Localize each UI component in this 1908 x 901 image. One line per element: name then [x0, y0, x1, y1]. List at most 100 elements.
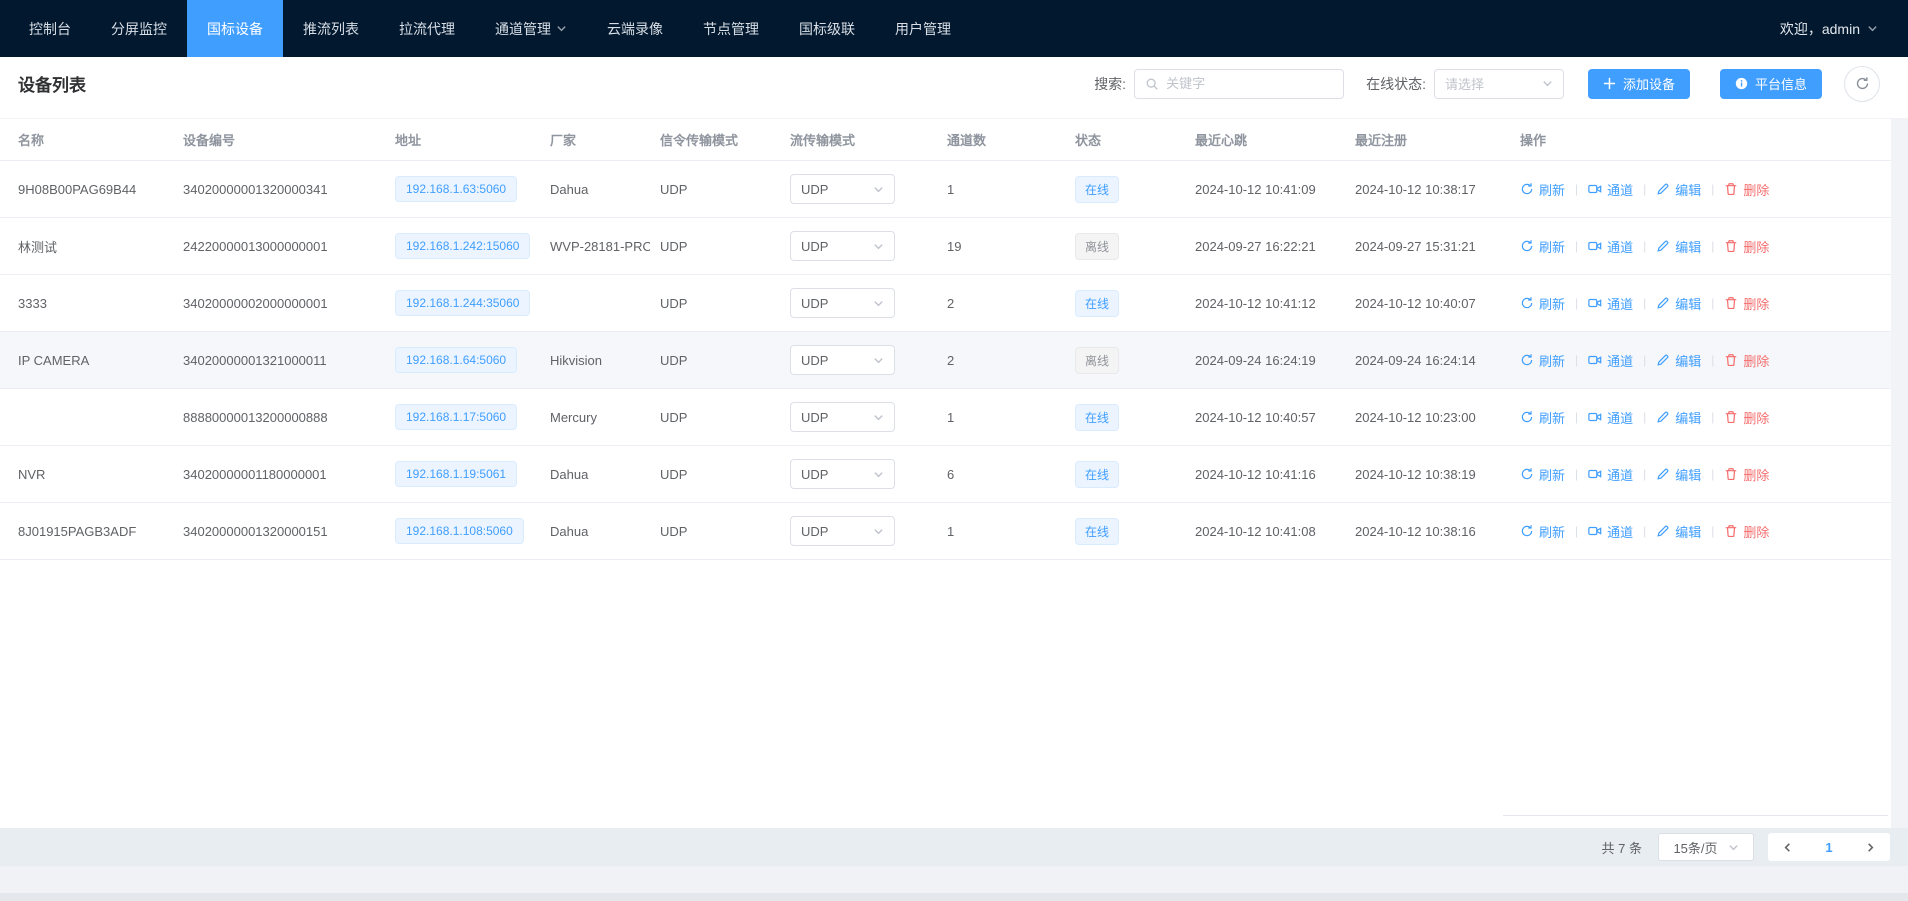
- nav-tab-label: 推流列表: [303, 19, 359, 39]
- action-separator: |: [1575, 182, 1578, 196]
- stream-mode-select[interactable]: UDP: [790, 288, 895, 318]
- edit-action[interactable]: 编辑: [1656, 180, 1701, 199]
- nav-tab-label: 控制台: [29, 19, 71, 39]
- search-input[interactable]: [1166, 76, 1333, 91]
- refresh-icon: [1520, 410, 1534, 424]
- signal-transport-mode: UDP: [660, 239, 687, 254]
- vendor: WVP-28181-PRO: [550, 239, 650, 254]
- nav-tab-10[interactable]: 用户管理: [875, 0, 971, 57]
- nav-tab-label: 节点管理: [703, 19, 759, 39]
- edit-action[interactable]: 编辑: [1656, 522, 1701, 541]
- current-page[interactable]: 1: [1825, 840, 1832, 855]
- edit-action[interactable]: 编辑: [1656, 351, 1701, 370]
- channel-count: 2: [947, 353, 954, 368]
- refresh-action[interactable]: 刷新: [1520, 408, 1565, 427]
- table-cell: 24220000013000000001: [173, 239, 385, 254]
- delete-action[interactable]: 删除: [1724, 465, 1769, 484]
- nav-tab-6[interactable]: 通道管理: [475, 0, 587, 57]
- channel-action-label: 通道: [1607, 294, 1633, 313]
- channel-action[interactable]: 通道: [1588, 465, 1633, 484]
- platform-info-button[interactable]: 平台信息: [1720, 69, 1822, 99]
- edit-action[interactable]: 编辑: [1656, 237, 1701, 256]
- stream-mode-select[interactable]: UDP: [790, 402, 895, 432]
- reload-list-button[interactable]: [1844, 66, 1880, 102]
- action-separator: |: [1711, 182, 1714, 196]
- table-cell: 在线: [1065, 290, 1185, 317]
- refresh-action[interactable]: 刷新: [1520, 294, 1565, 313]
- edit-action-label: 编辑: [1675, 522, 1701, 541]
- table-row: NVR34020000001180000001192.168.1.19:5061…: [0, 446, 1908, 503]
- table-cell: 刷新|通道|编辑|删除: [1510, 294, 1908, 313]
- delete-action[interactable]: 删除: [1724, 237, 1769, 256]
- edit-action[interactable]: 编辑: [1656, 294, 1701, 313]
- edit-action[interactable]: 编辑: [1656, 408, 1701, 427]
- refresh-action[interactable]: 刷新: [1520, 522, 1565, 541]
- channel-action[interactable]: 通道: [1588, 522, 1633, 541]
- delete-action[interactable]: 删除: [1724, 408, 1769, 427]
- table-cell: 192.168.1.64:5060: [385, 347, 540, 373]
- refresh-action[interactable]: 刷新: [1520, 237, 1565, 256]
- nav-tab-9[interactable]: 国标级联: [779, 0, 875, 57]
- table-cell: 88880000013200000888: [173, 410, 385, 425]
- action-separator: |: [1643, 524, 1646, 538]
- stream-mode-select[interactable]: UDP: [790, 516, 895, 546]
- refresh-action-label: 刷新: [1539, 237, 1565, 256]
- delete-action-label: 删除: [1743, 180, 1769, 199]
- delete-action[interactable]: 删除: [1724, 522, 1769, 541]
- welcome-text: 欢迎，admin: [1780, 19, 1860, 39]
- nav-tab-3[interactable]: 国标设备: [187, 0, 283, 57]
- nav-tab-1[interactable]: 控制台: [9, 0, 91, 57]
- address-tag: 192.168.1.244:35060: [395, 290, 530, 316]
- add-device-button[interactable]: 添加设备: [1588, 69, 1690, 99]
- column-header: 操作: [1510, 130, 1908, 149]
- table-row: 9H08B00PAG69B4434020000001320000341192.1…: [0, 161, 1908, 218]
- refresh-action[interactable]: 刷新: [1520, 351, 1565, 370]
- stream-mode-value: UDP: [801, 467, 828, 482]
- channel-action-label: 通道: [1607, 465, 1633, 484]
- nav-tab-2[interactable]: 分屏监控: [91, 0, 187, 57]
- stream-mode-select[interactable]: UDP: [790, 231, 895, 261]
- refresh-action[interactable]: 刷新: [1520, 465, 1565, 484]
- channel-action[interactable]: 通道: [1588, 408, 1633, 427]
- refresh-action-label: 刷新: [1539, 465, 1565, 484]
- delete-action[interactable]: 删除: [1724, 294, 1769, 313]
- channel-action[interactable]: 通道: [1588, 180, 1633, 199]
- stream-mode-select[interactable]: UDP: [790, 345, 895, 375]
- table-body: 9H08B00PAG69B4434020000001320000341192.1…: [0, 161, 1908, 560]
- page-size-select[interactable]: 15条/页: [1658, 833, 1754, 861]
- delete-icon: [1724, 410, 1738, 424]
- table-scroll-gutter: [1891, 118, 1908, 828]
- channel-action[interactable]: 通道: [1588, 351, 1633, 370]
- delete-action[interactable]: 删除: [1724, 180, 1769, 199]
- status-badge: 在线: [1075, 176, 1119, 203]
- last-register: 2024-10-12 10:38:17: [1355, 182, 1476, 197]
- channel-action[interactable]: 通道: [1588, 237, 1633, 256]
- action-separator: |: [1575, 410, 1578, 424]
- user-menu[interactable]: 欢迎，admin: [1780, 0, 1908, 57]
- stream-mode-select[interactable]: UDP: [790, 459, 895, 489]
- edit-action[interactable]: 编辑: [1656, 465, 1701, 484]
- nav-tab-8[interactable]: 节点管理: [683, 0, 779, 57]
- online-status-select[interactable]: 请选择: [1434, 69, 1564, 99]
- channel-action[interactable]: 通道: [1588, 294, 1633, 313]
- table-cell: 2024-10-12 10:40:07: [1345, 296, 1510, 311]
- nav-tab-4[interactable]: 推流列表: [283, 0, 379, 57]
- signal-transport-mode: UDP: [660, 353, 687, 368]
- delete-action[interactable]: 删除: [1724, 351, 1769, 370]
- refresh-action-label: 刷新: [1539, 294, 1565, 313]
- refresh-action-label: 刷新: [1539, 408, 1565, 427]
- search-icon: [1145, 77, 1159, 91]
- table-cell: UDP: [650, 182, 780, 197]
- refresh-action[interactable]: 刷新: [1520, 180, 1565, 199]
- edit-icon: [1656, 182, 1670, 196]
- next-page-button[interactable]: [1865, 842, 1876, 853]
- table-cell: 在线: [1065, 176, 1185, 203]
- nav-tab-5[interactable]: 拉流代理: [379, 0, 475, 57]
- table-cell: 34020000001320000341: [173, 182, 385, 197]
- stream-mode-select[interactable]: UDP: [790, 174, 895, 204]
- refresh-icon: [1520, 353, 1534, 367]
- prev-page-button[interactable]: [1782, 842, 1793, 853]
- table-cell: 2: [937, 296, 1065, 311]
- nav-tab-7[interactable]: 云端录像: [587, 0, 683, 57]
- page-size-value: 15条/页: [1673, 838, 1717, 857]
